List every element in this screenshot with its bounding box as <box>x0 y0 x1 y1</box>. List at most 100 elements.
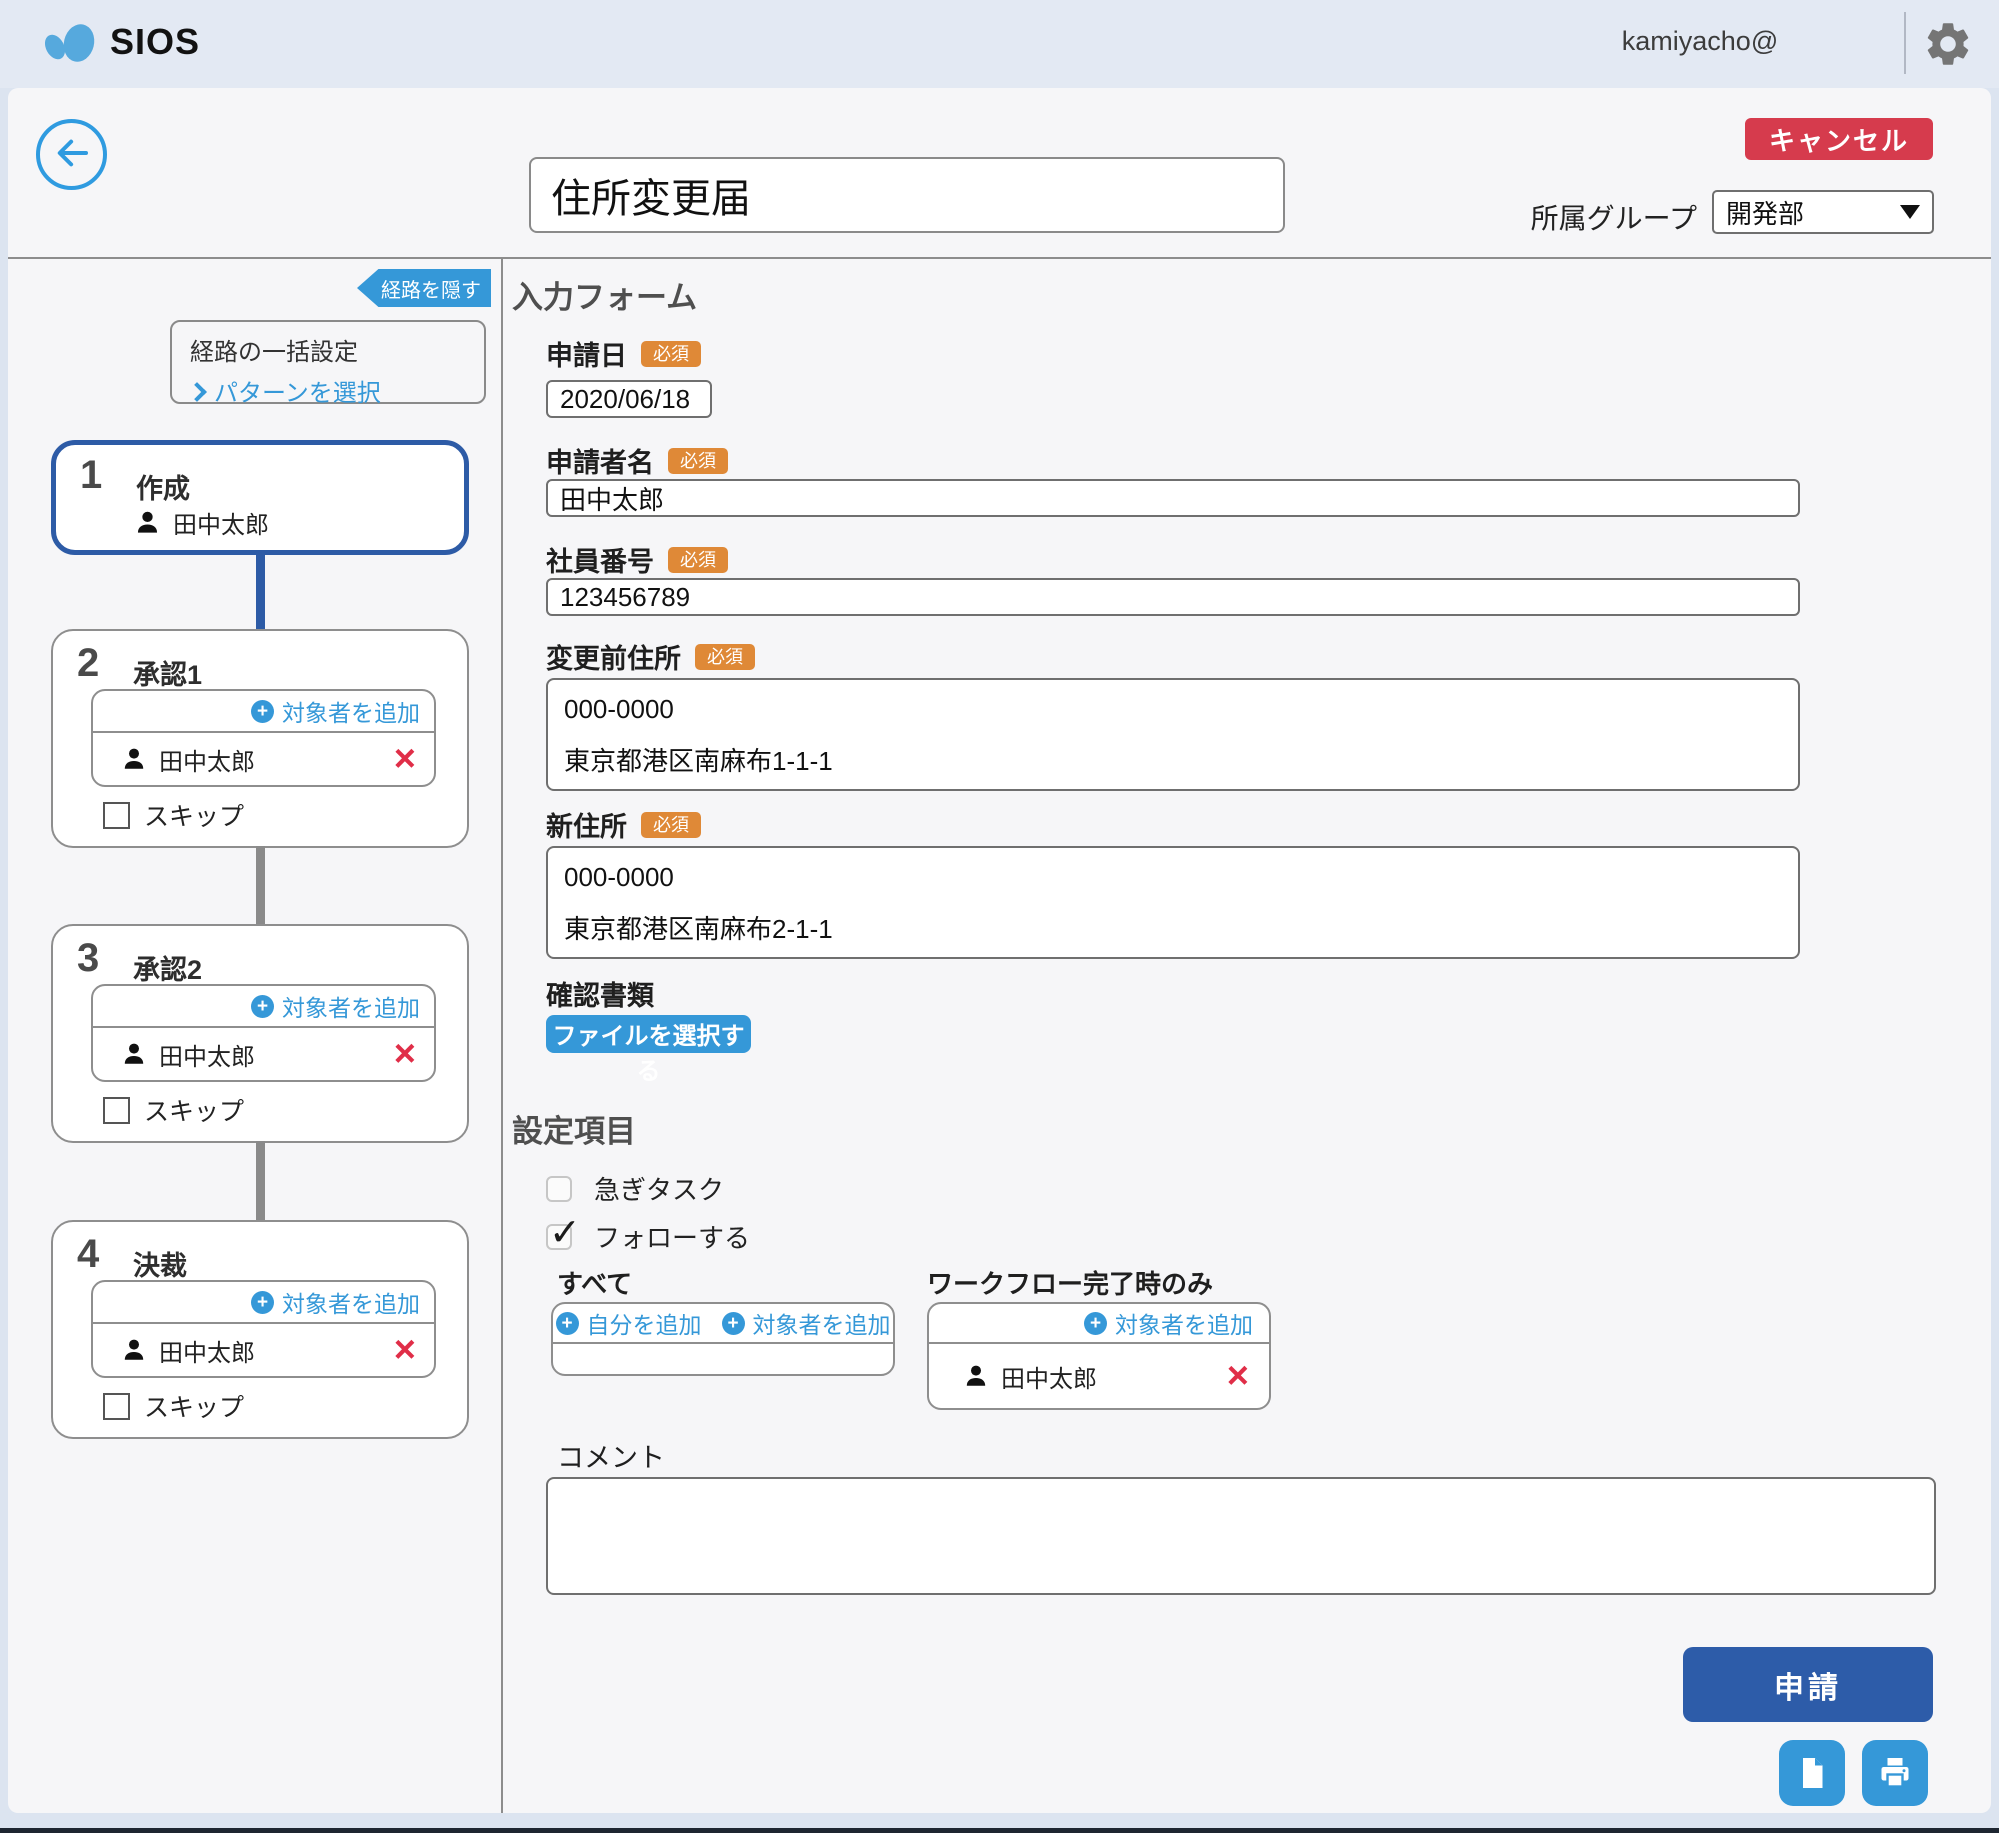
step-number: 1 <box>80 453 102 498</box>
remove-person-icon[interactable] <box>394 1331 416 1369</box>
follow-checkbox[interactable] <box>546 1224 572 1250</box>
add-target-label: 対象者を追加 <box>753 1306 891 1340</box>
person-name: 田中太郎 <box>159 742 255 777</box>
document-title-input[interactable] <box>529 157 1285 233</box>
chevron-right-icon <box>187 382 207 402</box>
new-address-textarea[interactable]: 000-0000 東京都港区南麻布2-1-1 <box>546 846 1800 959</box>
back-button[interactable] <box>36 119 107 190</box>
person-icon <box>121 1041 147 1067</box>
person-icon <box>121 1337 147 1363</box>
old-address-line1: 000-0000 <box>564 694 1782 725</box>
step-card-create[interactable]: 1 作成 田中太郎 <box>51 440 469 555</box>
skip-label: スキップ <box>144 1092 244 1128</box>
step-card-approve1[interactable]: 2 承認1 対象者を追加 田中太郎 スキップ <box>51 629 469 848</box>
person-name: 田中太郎 <box>173 505 269 540</box>
comment-label: コメント <box>557 1436 665 1475</box>
notify-wf-done-box: 対象者を追加 田中太郎 <box>927 1302 1271 1410</box>
cancel-button[interactable]: キャンセル <box>1745 118 1933 160</box>
remove-person-icon[interactable] <box>394 1035 416 1073</box>
person-name: 田中太郎 <box>159 1037 255 1072</box>
person-icon <box>134 509 161 536</box>
plus-icon <box>251 1291 274 1314</box>
new-address-line2: 東京都港区南麻布2-1-1 <box>564 909 1782 946</box>
skip-checkbox-row[interactable]: スキップ <box>103 1092 244 1128</box>
select-file-button[interactable]: ファイルを選択する <box>546 1015 751 1053</box>
plus-icon <box>722 1312 745 1335</box>
required-badge: 必須 <box>695 644 755 670</box>
person-name: 田中太郎 <box>1001 1359 1097 1394</box>
new-address-line1: 000-0000 <box>564 862 1782 893</box>
step-number: 4 <box>77 1232 99 1277</box>
step-name: 承認2 <box>133 948 202 987</box>
step-card-final[interactable]: 4 決裁 対象者を追加 田中太郎 スキップ <box>51 1220 469 1439</box>
follow-label: フォローする <box>594 1218 750 1255</box>
field-label-applicant: 申請者名 必須 <box>546 441 728 480</box>
add-self-link[interactable]: 自分を追加 <box>556 1306 702 1340</box>
field-label-date: 申請日 必須 <box>546 334 701 373</box>
route-batch-box: 経路の一括設定 パターンを選択 <box>170 320 486 404</box>
skip-checkbox-row[interactable]: スキップ <box>103 1388 244 1424</box>
route-connector <box>256 1141 265 1222</box>
field-label-employee-no: 社員番号 必須 <box>546 540 728 579</box>
skip-checkbox[interactable] <box>103 1097 130 1124</box>
remove-person-icon[interactable] <box>394 740 416 778</box>
sios-logo: SIOS <box>42 18 200 66</box>
gear-icon[interactable] <box>1922 18 1974 70</box>
add-target-link[interactable]: 対象者を追加 <box>251 1285 420 1319</box>
person-row: 田中太郎 <box>121 742 255 777</box>
hide-route-tag[interactable]: 経路を隠す <box>357 269 491 307</box>
date-input[interactable] <box>546 380 712 418</box>
group-dropdown-value: 開発部 <box>1714 194 1900 231</box>
toolbar-divider <box>8 257 1991 259</box>
applicant-name-input[interactable] <box>546 479 1800 517</box>
step-card-approve2[interactable]: 3 承認2 対象者を追加 田中太郎 スキップ <box>51 924 469 1143</box>
notify-all-label: すべて <box>557 1264 632 1301</box>
notify-all-empty <box>553 1344 893 1374</box>
add-target-link[interactable]: 対象者を追加 <box>722 1306 891 1340</box>
add-target-label: 対象者を追加 <box>282 989 420 1023</box>
follow-row[interactable]: フォローする <box>546 1218 750 1255</box>
user-account-label: kamiyacho@ <box>1600 26 1800 57</box>
person-icon <box>121 746 147 772</box>
step-number: 3 <box>77 936 99 981</box>
group-dropdown[interactable]: 開発部 <box>1712 190 1934 234</box>
select-pattern-link[interactable]: パターンを選択 <box>190 373 484 408</box>
step-name: 作成 <box>136 467 190 506</box>
notify-wf-done-label: ワークフロー完了時のみ <box>927 1264 1213 1301</box>
document-preview-button[interactable] <box>1779 1740 1845 1806</box>
skip-label: スキップ <box>144 797 244 833</box>
add-self-label: 自分を追加 <box>587 1306 702 1340</box>
plus-icon <box>556 1312 579 1335</box>
plus-icon <box>1084 1312 1107 1335</box>
plus-icon <box>251 700 274 723</box>
person-row: 田中太郎 <box>134 505 269 540</box>
brand-name: SIOS <box>110 21 200 63</box>
employee-number-input[interactable] <box>546 578 1800 616</box>
urgent-task-checkbox[interactable] <box>546 1176 572 1202</box>
group-label: 所属グループ <box>1497 197 1697 237</box>
participant-box: 対象者を追加 田中太郎 <box>91 984 436 1082</box>
add-target-link[interactable]: 対象者を追加 <box>251 989 420 1023</box>
comment-textarea[interactable] <box>546 1477 1936 1595</box>
skip-checkbox[interactable] <box>103 802 130 829</box>
participant-box: 対象者を追加 田中太郎 <box>91 1280 436 1378</box>
route-connector <box>256 553 265 631</box>
submit-button[interactable]: 申請 <box>1683 1647 1933 1722</box>
add-target-link[interactable]: 対象者を追加 <box>1084 1306 1253 1340</box>
old-address-textarea[interactable]: 000-0000 東京都港区南麻布1-1-1 <box>546 678 1800 791</box>
required-badge: 必須 <box>641 812 701 838</box>
print-button[interactable] <box>1862 1740 1928 1806</box>
add-target-label: 対象者を追加 <box>282 694 420 728</box>
remove-person-icon[interactable] <box>1227 1357 1249 1395</box>
skip-checkbox-row[interactable]: スキップ <box>103 797 244 833</box>
arrow-left-icon <box>51 132 93 177</box>
required-badge: 必須 <box>668 547 728 573</box>
urgent-task-row[interactable]: 急ぎタスク <box>546 1170 724 1207</box>
field-label-documents: 確認書類 <box>546 974 654 1013</box>
route-batch-title: 経路の一括設定 <box>190 332 484 367</box>
app-header: SIOS kamiyacho@ <box>0 0 1999 88</box>
skip-checkbox[interactable] <box>103 1393 130 1420</box>
add-target-link[interactable]: 対象者を追加 <box>251 694 420 728</box>
header-divider <box>1904 12 1906 74</box>
sios-logo-icon <box>42 18 100 66</box>
